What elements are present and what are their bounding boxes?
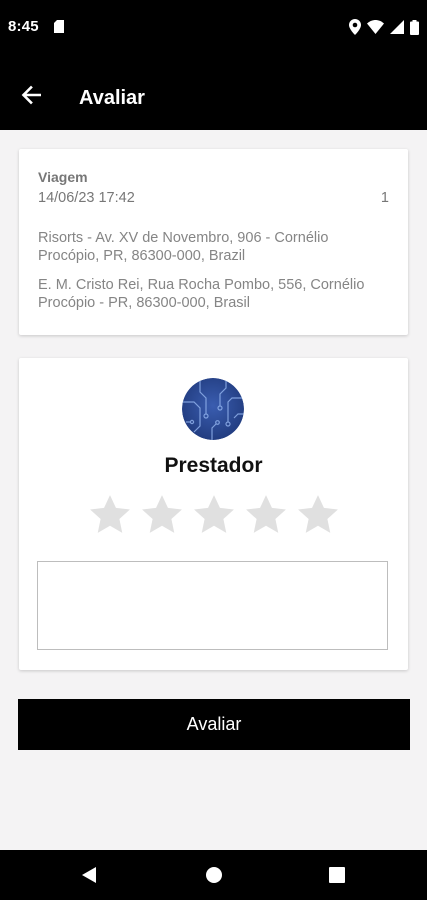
- star-icon[interactable]: [243, 492, 289, 538]
- recents-square-icon: [329, 867, 345, 883]
- sd-card-icon: [54, 20, 64, 33]
- app-bar: Avaliar: [0, 56, 427, 130]
- trip-count: 1: [380, 190, 389, 206]
- signal-icon: [390, 20, 404, 34]
- nav-back-button[interactable]: [76, 862, 102, 888]
- wifi-icon: [367, 20, 384, 34]
- arrow-left-icon: [21, 85, 41, 105]
- status-time: 8:45: [8, 18, 39, 35]
- destination-address: E. M. Cristo Rei, Rua Rocha Pombo, 556, …: [38, 277, 365, 311]
- provider-avatar-icon: [182, 378, 244, 440]
- nav-home-button[interactable]: [201, 862, 227, 888]
- comment-input[interactable]: [37, 561, 388, 650]
- navigation-bar: [0, 850, 427, 900]
- trip-label: Viagem: [38, 169, 88, 185]
- battery-icon: [410, 19, 419, 35]
- home-circle-icon: [206, 867, 222, 883]
- status-bar: 8:45: [0, 0, 427, 56]
- star-icon[interactable]: [191, 492, 237, 538]
- back-triangle-icon: [82, 867, 96, 883]
- trip-card: Viagem 14/06/23 17:42 1 Risorts - Av. XV…: [19, 149, 408, 335]
- trip-datetime: 14/06/23 17:42: [38, 190, 135, 206]
- star-rating: [87, 492, 341, 540]
- star-icon[interactable]: [295, 492, 341, 538]
- location-icon: [349, 19, 361, 35]
- status-icons: [349, 18, 419, 36]
- star-icon[interactable]: [139, 492, 185, 538]
- avatar: [182, 378, 244, 440]
- nav-recents-button[interactable]: [324, 862, 350, 888]
- back-button[interactable]: [14, 78, 48, 112]
- provider-name: Prestador: [164, 454, 263, 477]
- rating-card: Prestador: [19, 358, 408, 670]
- submit-rating-button[interactable]: Avaliar: [18, 699, 410, 750]
- origin-address: Risorts - Av. XV de Novembro, 906 - Corn…: [38, 230, 329, 264]
- star-icon[interactable]: [87, 492, 133, 538]
- page-title: Avaliar: [79, 87, 145, 109]
